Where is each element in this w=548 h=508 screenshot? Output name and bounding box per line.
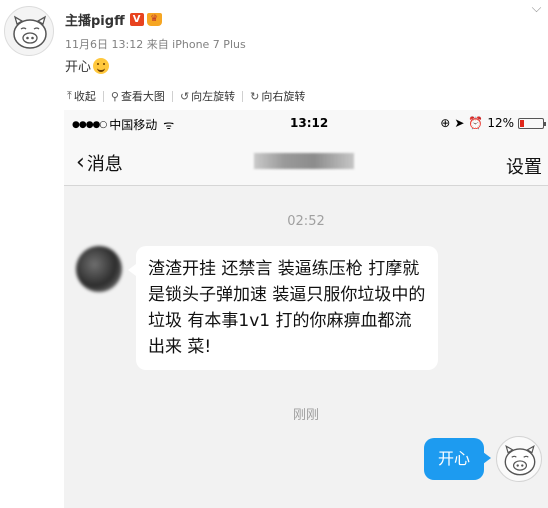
image-toolbar: ⤒ 收起 ⚲ 查看大图 ↺ 向左旋转 ↻ 向右旋转 [67, 88, 305, 104]
carrier-info: ●●●●○ 中国移动 ᯤ [72, 116, 174, 133]
battery-icon [518, 117, 546, 129]
location-arrow-icon: ➤ [454, 116, 465, 130]
collapse-button[interactable]: ⤒ 收起 [67, 88, 96, 104]
wifi-icon: ᯤ [163, 118, 175, 132]
settings-button[interactable]: 设置 [506, 153, 542, 179]
blurred-contact-name [254, 153, 354, 169]
battery-percent: 12% [487, 116, 514, 130]
view-large-label: 查看大图 [120, 90, 165, 103]
collapse-label: 收起 [73, 90, 96, 103]
self-avatar [496, 436, 542, 482]
pig-face-icon [13, 15, 47, 49]
username[interactable]: 主播pigff [65, 10, 125, 29]
post-meta: 11月6日 13:12 来自 iPhone 7 Plus [65, 38, 246, 51]
chat-screenshot[interactable]: ●●●●○ 中国移动 ᯤ 13:12 ⊕ ➤ ⏰ 12% ‹ 消息 设置 02:… [64, 110, 548, 508]
back-button[interactable]: ‹ 消息 [76, 150, 123, 176]
incoming-message-bubble: 渣渣开挂 还禁言 装逼练压枪 打摩就是锁头子弹加速 装逼只服你垃圾中的垃圾 有本… [128, 246, 438, 370]
collapse-arrow-icon: ⤒ [67, 89, 72, 102]
chevron-left-icon: ‹ [76, 150, 85, 175]
post-text-content: 开心 [65, 60, 92, 75]
status-right: ⊕ ➤ ⏰ 12% [440, 116, 546, 130]
message-timestamp: 02:52 [287, 214, 325, 229]
toolbar-divider [171, 90, 173, 102]
rotate-right-button[interactable]: ↻ 向右旋转 [250, 88, 305, 104]
carrier-name: 中国移动 [109, 118, 158, 132]
crown-badge-icon[interactable]: ♛ [146, 13, 162, 26]
view-large-button[interactable]: ⚲ 查看大图 [111, 88, 165, 104]
status-bar: ●●●●○ 中国移动 ᯤ 13:12 ⊕ ➤ ⏰ 12% [64, 110, 548, 138]
outgoing-message-bubble: 开心 [424, 438, 491, 480]
status-time: 13:12 [290, 116, 329, 130]
rotate-right-icon: ↻ [250, 89, 260, 103]
blurred-sender-avatar [76, 246, 122, 292]
alarm-icon: ⏰ [468, 116, 484, 130]
smile-emoji-icon [93, 57, 110, 74]
rotate-right-label: 向右旋转 [261, 90, 306, 103]
vip-badge[interactable]: V [129, 13, 144, 26]
user-avatar[interactable] [4, 6, 54, 56]
rotate-left-label: 向左旋转 [191, 90, 236, 103]
rotate-left-button[interactable]: ↺ 向左旋转 [180, 88, 235, 104]
lock-rotation-icon: ⊕ [440, 116, 451, 130]
back-label: 消息 [86, 154, 123, 175]
signal-icon: ●●●●○ [72, 119, 107, 130]
magnifier-icon: ⚲ [110, 89, 119, 103]
chat-navbar: ‹ 消息 设置 [64, 138, 548, 186]
toolbar-divider [102, 90, 104, 102]
toolbar-divider [242, 90, 244, 102]
chevron-down-icon[interactable] [531, 2, 542, 13]
post-text: 开心 [65, 56, 110, 75]
post-header: 主播pigff V ♛ [65, 10, 162, 29]
pig-face-icon [504, 444, 536, 476]
rotate-left-icon: ↺ [179, 89, 190, 103]
message-timestamp: 刚刚 [292, 408, 319, 423]
